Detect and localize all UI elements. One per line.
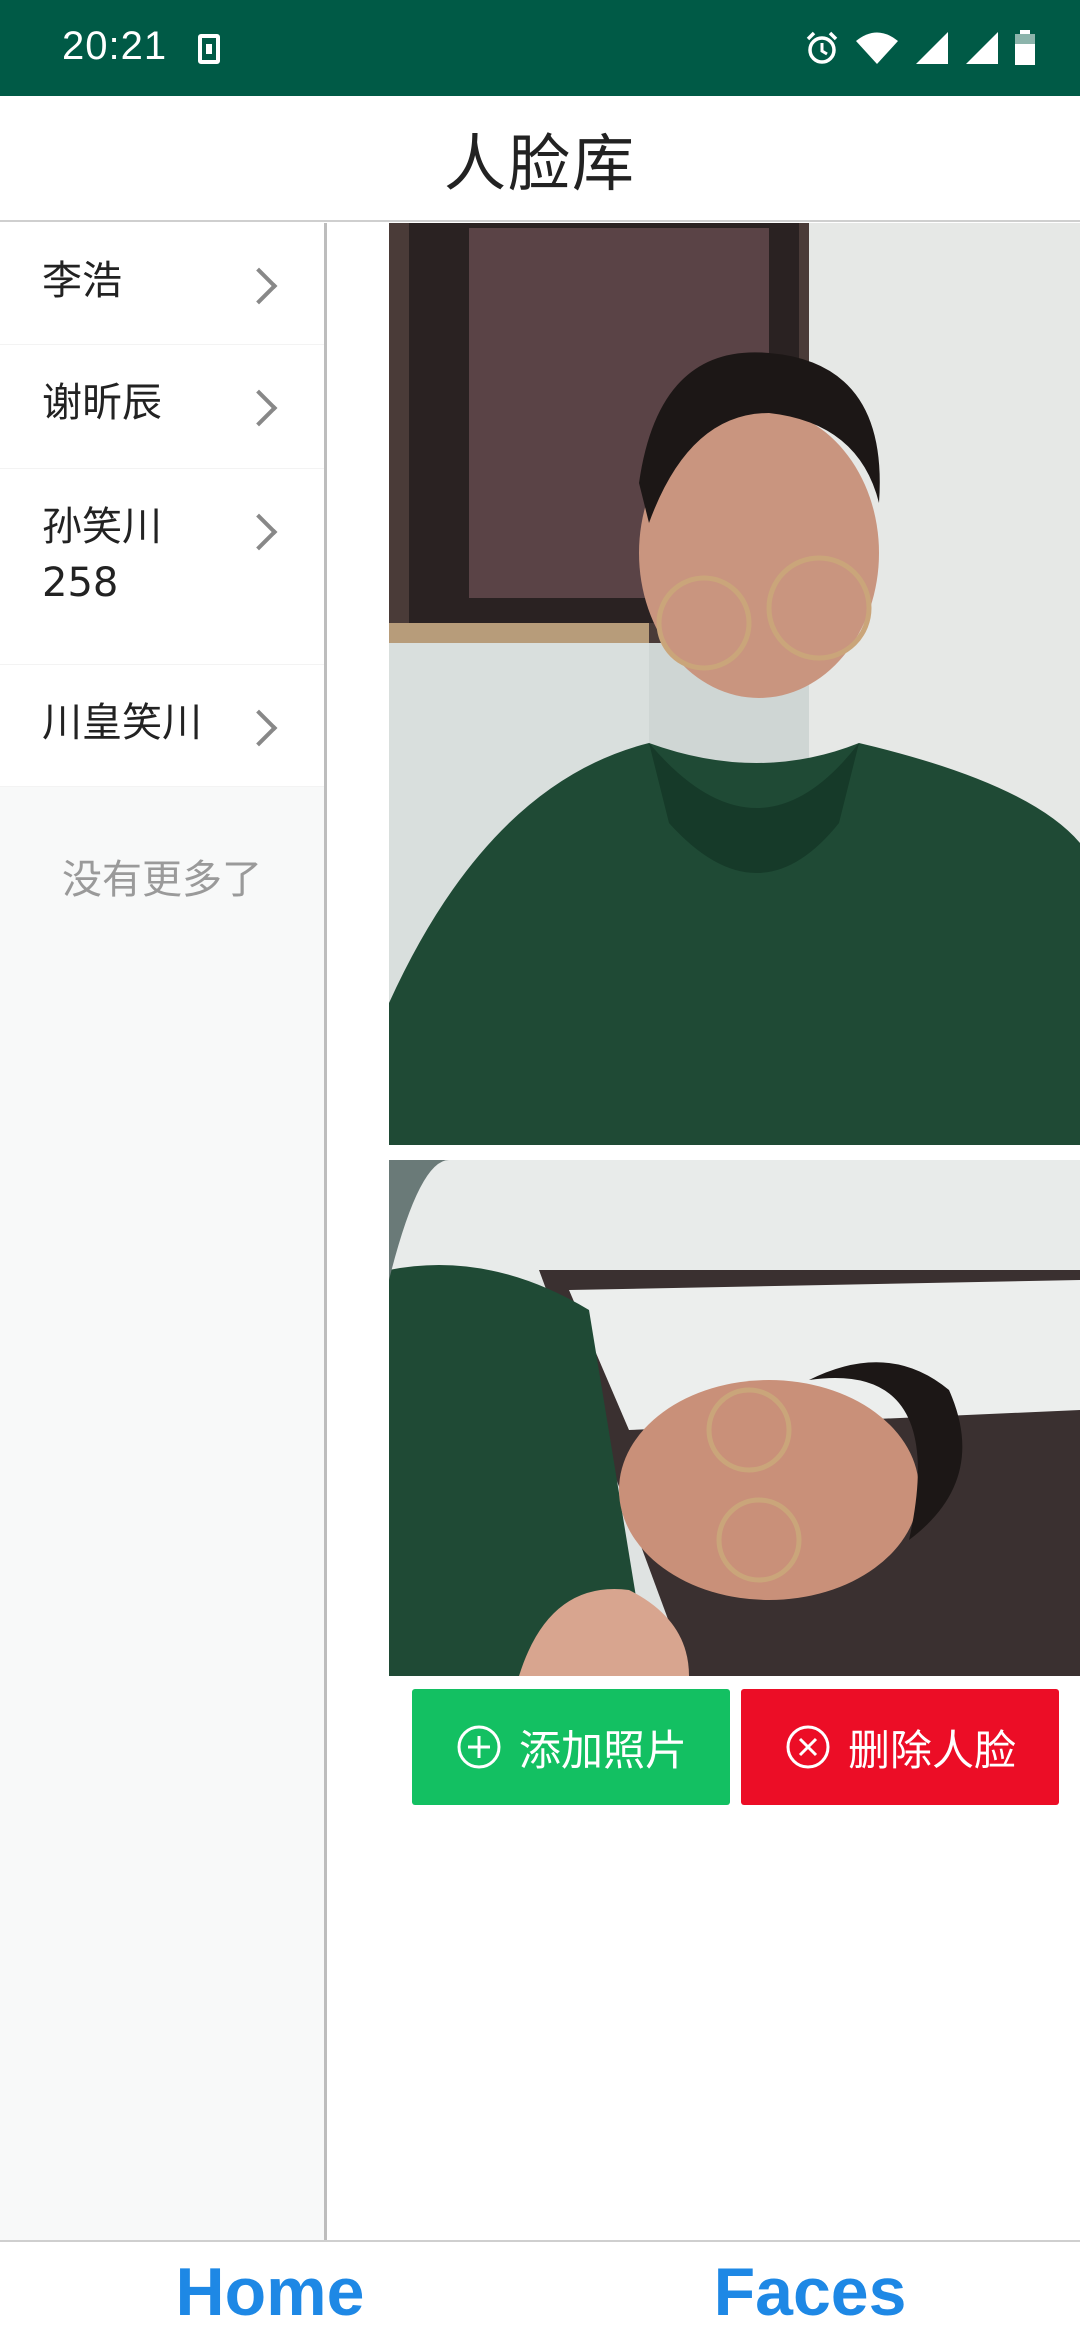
add-photo-label: 添加照片 — [518, 1725, 687, 1775]
alarm-icon — [806, 31, 838, 64]
status-bar: 20:21 — [0, 0, 1080, 96]
signal-icon — [916, 32, 948, 64]
face-photo-image — [389, 1160, 1080, 1676]
chevron-right-icon — [240, 513, 278, 551]
list-end-text: 没有更多了 — [62, 857, 262, 903]
face-photo[interactable] — [389, 1160, 1080, 1676]
download-icon — [198, 34, 220, 64]
person-list[interactable]: 李浩 谢昕辰 孙笑川258 川皇笑川 没有更多了 — [0, 223, 327, 2240]
person-name: 川皇笑川 — [42, 700, 202, 746]
battery-icon — [1015, 30, 1035, 65]
status-time: 20:21 — [62, 24, 168, 68]
person-name: 谢昕辰 — [42, 380, 162, 426]
status-icons — [804, 28, 1036, 68]
page-title: 人脸库 — [443, 127, 636, 200]
signal-icon — [966, 32, 998, 64]
person-name: 李浩 — [42, 258, 122, 304]
tab-faces[interactable]: Faces — [540, 2242, 1080, 2340]
chevron-right-icon — [240, 389, 278, 427]
tab-home[interactable]: Home — [0, 2242, 540, 2340]
add-photo-button[interactable]: 添加照片 — [412, 1689, 730, 1805]
face-detail-panel: 添加照片 删除人脸 — [330, 223, 1080, 2240]
face-photo[interactable] — [389, 223, 1080, 1145]
wifi-icon — [856, 32, 898, 64]
person-name: 孙笑川258 — [42, 504, 162, 606]
person-item[interactable]: 川皇笑川 — [0, 665, 324, 787]
delete-face-button[interactable]: 删除人脸 — [741, 1689, 1059, 1805]
person-item[interactable]: 谢昕辰 — [0, 345, 324, 469]
delete-face-label: 删除人脸 — [847, 1725, 1016, 1775]
chevron-right-icon — [240, 709, 278, 747]
app-header: 人脸库 — [0, 96, 1080, 222]
person-item[interactable]: 孙笑川258 — [0, 469, 324, 665]
face-photo-image — [389, 223, 1080, 1145]
bottom-nav: Home Faces — [0, 2240, 1080, 2340]
person-item[interactable]: 李浩 — [0, 223, 324, 345]
x-circle-icon — [786, 1725, 830, 1769]
chevron-right-icon — [240, 267, 278, 305]
plus-circle-icon — [457, 1725, 501, 1769]
